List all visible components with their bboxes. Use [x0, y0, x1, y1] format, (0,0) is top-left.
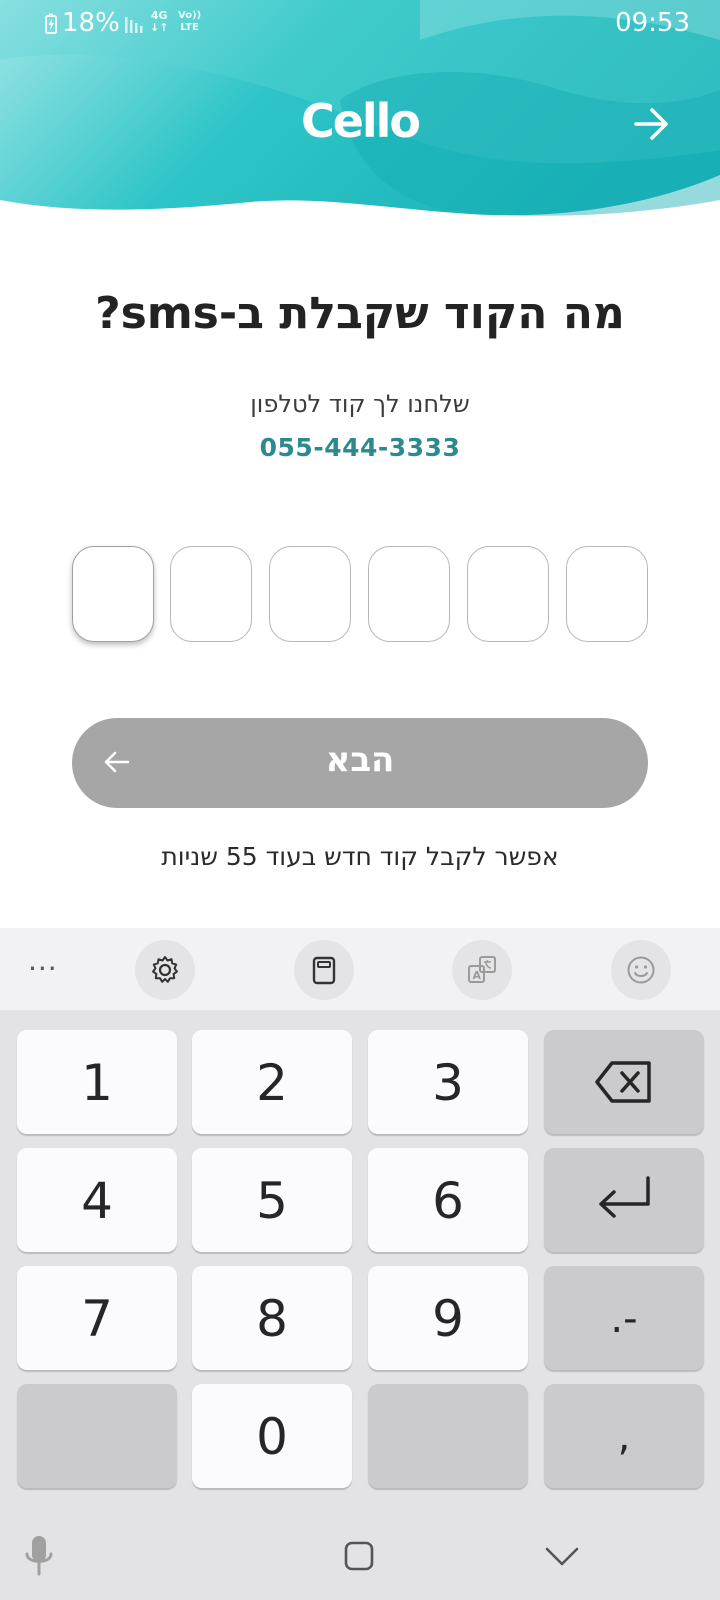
microphone-icon[interactable] — [22, 1534, 56, 1578]
settings-icon — [152, 956, 178, 983]
otp-digit-input-1[interactable] — [72, 546, 154, 642]
blank-key-right[interactable] — [368, 1384, 528, 1488]
phone-number: 055-444-3333 — [259, 433, 461, 462]
otp-digit-input-2[interactable] — [170, 546, 252, 642]
otp-digit-input-6[interactable] — [566, 546, 648, 642]
key-0-label: 0 — [256, 1408, 288, 1466]
arrow-right-icon[interactable] — [632, 106, 672, 142]
volte-label: Vo)) — [178, 10, 202, 21]
blank-key-left[interactable] — [17, 1384, 177, 1488]
status-bar: 18% 4G ↓↑ Vo)) LTE 09:53 — [0, 0, 720, 50]
page-title: מה הקוד שקבלת ב-sms? — [95, 288, 625, 339]
status-time: 09:53 — [615, 8, 690, 38]
comma-key-label: , — [617, 1414, 631, 1460]
key-2-label: 2 — [256, 1054, 288, 1112]
network-type-indicator: 4G ↓↑ — [150, 10, 168, 34]
key-0[interactable]: 0 — [192, 1384, 352, 1488]
otp-digit-input-3[interactable] — [269, 546, 351, 642]
keyboard-navigation-bar — [0, 1516, 720, 1600]
emoji-icon — [627, 956, 655, 984]
key-2[interactable]: 2 — [192, 1030, 352, 1134]
translate-icon: A — [468, 956, 496, 983]
numeric-keyboard: ... A 1 2 3 4 5 6 7 8 9 .- 0 , — [0, 928, 720, 1600]
data-arrows-icon: ↓↑ — [150, 21, 169, 34]
clipboard-button[interactable] — [294, 940, 354, 1000]
backspace-key[interactable] — [544, 1030, 704, 1134]
dot-dash-key[interactable]: .- — [544, 1266, 704, 1370]
next-button-label: הבא — [325, 740, 395, 780]
signal-strength-icon — [125, 17, 143, 33]
backspace-icon — [595, 1061, 651, 1103]
key-6-label: 6 — [432, 1172, 464, 1230]
key-3-label: 3 — [432, 1054, 464, 1112]
translate-button[interactable]: A — [452, 940, 512, 1000]
key-1-label: 1 — [81, 1054, 113, 1112]
resend-countdown-text: אפשר לקבל קוד חדש בעוד 55 שניות — [161, 842, 559, 871]
keyboard-settings-button[interactable] — [135, 940, 195, 1000]
app-header: 18% 4G ↓↑ Vo)) LTE 09:53 Cello — [0, 0, 720, 230]
key-7[interactable]: 7 — [17, 1266, 177, 1370]
key-5-label: 5 — [256, 1172, 288, 1230]
comma-key[interactable]: , — [544, 1384, 704, 1488]
key-4-label: 4 — [81, 1172, 113, 1230]
battery-charging-icon — [45, 13, 57, 34]
otp-digit-input-4[interactable] — [368, 546, 450, 642]
key-6[interactable]: 6 — [368, 1148, 528, 1252]
dot-dash-key-label: .- — [610, 1296, 638, 1342]
home-icon[interactable] — [343, 1540, 375, 1572]
enter-icon — [599, 1176, 650, 1218]
hide-keyboard-icon[interactable] — [544, 1546, 580, 1568]
sent-code-subtitle: שלחנו לך קוד לטלפון — [250, 390, 470, 418]
enter-key[interactable] — [544, 1148, 704, 1252]
key-5[interactable]: 5 — [192, 1148, 352, 1252]
key-1[interactable]: 1 — [17, 1030, 177, 1134]
key-9[interactable]: 9 — [368, 1266, 528, 1370]
key-4[interactable]: 4 — [17, 1148, 177, 1252]
lte-label: LTE — [180, 22, 199, 33]
clipboard-icon — [312, 956, 336, 985]
key-9-label: 9 — [432, 1290, 464, 1348]
next-button[interactable]: הבא — [72, 718, 648, 808]
keyboard-toolbar: ... A — [0, 928, 720, 1010]
otp-code-inputs — [72, 546, 648, 642]
key-8[interactable]: 8 — [192, 1266, 352, 1370]
cello-logo: Cello — [300, 94, 421, 148]
otp-digit-input-5[interactable] — [467, 546, 549, 642]
battery-percentage: 18% — [62, 8, 120, 38]
volte-indicator: Vo)) LTE — [178, 10, 201, 34]
key-8-label: 8 — [256, 1290, 288, 1348]
more-options-button[interactable]: ... — [28, 944, 58, 977]
emoji-button[interactable] — [611, 940, 671, 1000]
key-7-label: 7 — [81, 1290, 113, 1348]
key-3[interactable]: 3 — [368, 1030, 528, 1134]
